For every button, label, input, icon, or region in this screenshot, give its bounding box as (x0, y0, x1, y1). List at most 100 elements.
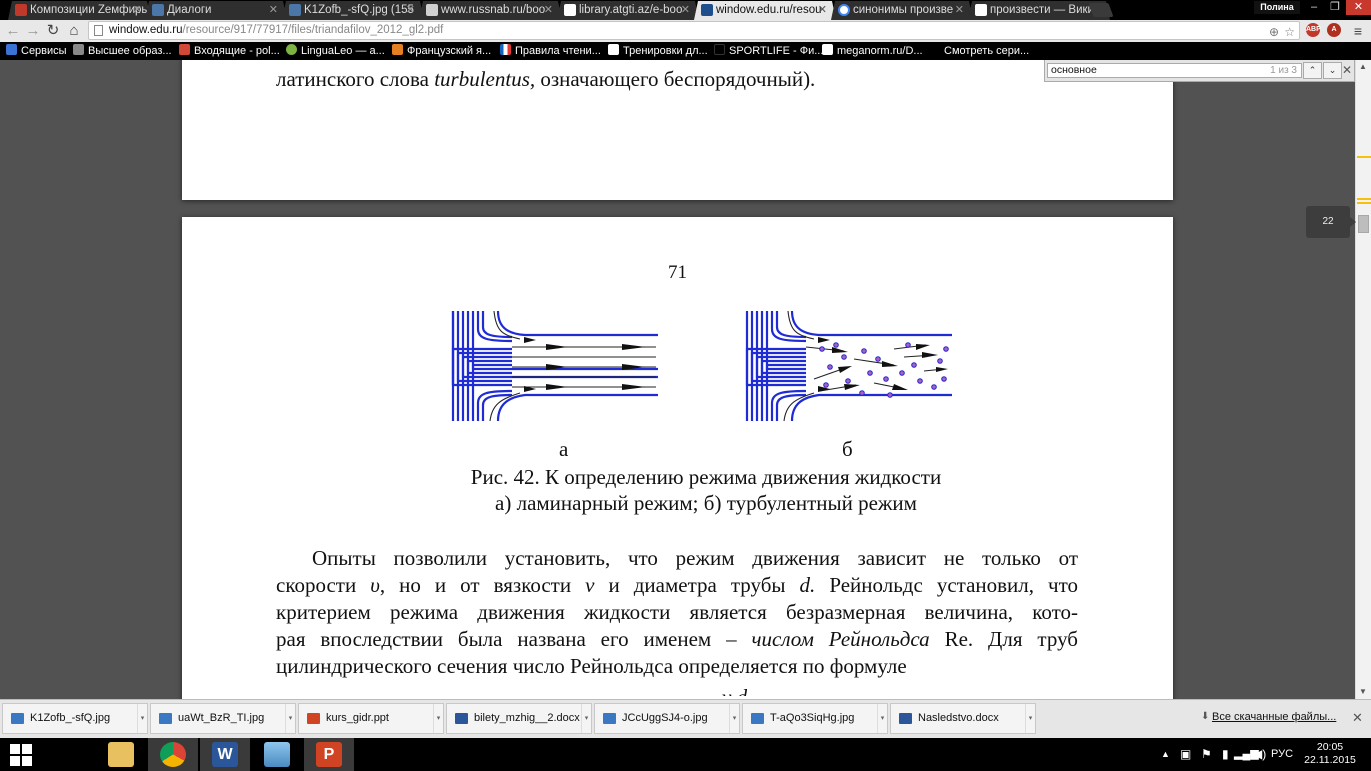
taskbar-app[interactable] (96, 738, 146, 771)
bookmark-apps[interactable]: Сервисы (6, 43, 67, 59)
close-icon[interactable]: ✕ (269, 1, 278, 19)
tab-0[interactable]: Композиции Zeмфиры ✕ (8, 1, 151, 20)
paragraph-line: скорости υ, но и от вязкости ν и диаметр… (276, 573, 1078, 597)
bookmark-item[interactable]: LinguaLeo — а... (286, 43, 385, 59)
photoshop-elements-icon (56, 742, 82, 767)
scroll-down-icon[interactable]: ▼ (1359, 687, 1367, 696)
vk-favicon (289, 4, 301, 16)
download-item[interactable]: Nasledstvo.docx ▾ (890, 703, 1036, 734)
taskbar-app[interactable]: W (200, 738, 250, 771)
bookmark-item[interactable]: Высшее образ... (73, 43, 172, 59)
taskbar-app[interactable] (44, 738, 94, 771)
chevron-down-icon[interactable]: ▾ (581, 704, 591, 733)
bookmark-item[interactable]: meganorm.ru/D... (822, 43, 923, 59)
shelf-close-icon[interactable]: ✕ (1352, 710, 1363, 726)
chrome-icon (160, 742, 186, 767)
menu-icon[interactable]: ≡ (1349, 22, 1367, 40)
chevron-down-icon[interactable]: ▾ (1025, 704, 1035, 733)
close-icon[interactable]: ✕ (955, 1, 964, 19)
paragraph-line: критерием режима движения жидкости являе… (276, 600, 1078, 624)
figure-label-a: а (559, 437, 569, 461)
bookmark-item[interactable]: Тренировки дл... (608, 43, 708, 59)
minimize-button[interactable]: – (1303, 0, 1325, 15)
download-item[interactable]: T-aQo3SiqHg.jpg ▾ (742, 703, 888, 734)
word-file-icon (899, 713, 912, 724)
back-icon[interactable]: ← (4, 22, 22, 40)
find-match-marker (1357, 202, 1371, 204)
download-item[interactable]: uaWt_BzR_TI.jpg ▾ (150, 703, 296, 734)
taskbar-app[interactable] (252, 738, 302, 771)
chevron-down-icon[interactable]: ▾ (433, 704, 443, 733)
browser-toolbar: ← → ↻ ⌂ window.edu.ru/resource/917/77917… (0, 20, 1371, 42)
zoom-icon[interactable]: ⊕ (1269, 24, 1279, 41)
adblock-extension-icon[interactable]: ABP (1306, 23, 1321, 37)
page-icon (608, 44, 619, 55)
extension-icon[interactable]: A (1327, 23, 1341, 37)
home-icon[interactable]: ⌂ (65, 22, 83, 40)
download-item[interactable]: JCcUggSJ4-o.jpg ▾ (594, 703, 740, 734)
chevron-down-icon[interactable]: ▾ (285, 704, 295, 733)
word-file-icon (455, 713, 468, 724)
find-close-icon[interactable]: ✕ (1342, 63, 1352, 77)
tab-3[interactable]: www.russnab.ru/boo ✕ (419, 1, 562, 20)
scroll-thumb[interactable] (1358, 215, 1369, 233)
scroll-up-icon[interactable]: ▲ (1359, 62, 1367, 71)
tab-1[interactable]: Диалоги ✕ (145, 1, 287, 20)
mail-icon (179, 44, 190, 55)
bookmark-item[interactable]: Французский я... (392, 43, 491, 59)
bookmark-item[interactable]: Смотреть сери... (929, 43, 1029, 59)
find-next-button[interactable]: ⌄ (1323, 62, 1342, 79)
sportlife-icon (714, 44, 725, 55)
close-icon[interactable]: ✕ (818, 1, 827, 19)
text-line: латинского слова turbulentus, означающег… (276, 67, 816, 91)
tray-expand-icon[interactable]: ▲ (1161, 749, 1170, 759)
bookmark-item[interactable]: SPORTLIFE - Фи... (714, 43, 823, 59)
tab-4[interactable]: library.atgti.az/e-boo ✕ (557, 1, 699, 20)
pdf-viewer[interactable]: латинского слова turbulentus, означающег… (0, 60, 1355, 699)
powerpoint-file-icon (307, 713, 320, 724)
close-icon[interactable]: ✕ (133, 1, 142, 19)
window-close-button[interactable]: ✕ (1346, 0, 1371, 15)
google-favicon (838, 4, 850, 16)
apps-icon (6, 44, 17, 55)
chevron-down-icon[interactable]: ▾ (729, 704, 739, 733)
start-button[interactable] (0, 738, 44, 771)
french-flag-icon (500, 44, 511, 55)
vertical-scrollbar[interactable]: ▲ ▼ (1355, 60, 1371, 699)
pdf-page: 71 а б Рис. 42. К определению режима дви… (182, 217, 1173, 699)
bookmark-item[interactable]: Входящие - pol... (179, 43, 280, 59)
close-icon[interactable]: ✕ (681, 1, 690, 19)
system-clock[interactable]: 20:05 22.11.2015 (1304, 741, 1356, 767)
language-indicator[interactable]: РУС (1271, 748, 1293, 760)
new-tab-button[interactable] (1088, 3, 1114, 17)
find-input[interactable]: основное 1 из 3 (1047, 63, 1302, 78)
forward-icon[interactable]: → (24, 22, 42, 40)
address-bar[interactable]: window.edu.ru/resource/917/77917/files/t… (88, 21, 1300, 40)
volume-icon[interactable]: ◀) (1253, 747, 1266, 761)
chevron-down-icon[interactable]: ▾ (877, 704, 887, 733)
site-icon (392, 44, 403, 55)
bookmark-item[interactable]: Правила чтени... (500, 43, 601, 59)
image-file-icon (603, 713, 616, 724)
close-icon[interactable]: ✕ (544, 1, 553, 19)
download-item[interactable]: K1Zofb_-sfQ.jpg ▾ (2, 703, 148, 734)
tab-2[interactable]: K1Zofb_-sfQ.jpg (155 ✕ (282, 1, 424, 20)
show-all-downloads-link[interactable]: Все скачанные файлы... (1212, 711, 1336, 723)
download-item[interactable]: kurs_gidr.ppt ▾ (298, 703, 444, 734)
word-icon: W (212, 742, 238, 767)
profile-button[interactable]: Полина (1254, 1, 1300, 14)
reload-icon[interactable]: ↻ (44, 22, 62, 40)
battery-icon[interactable]: ▮ (1222, 747, 1229, 761)
taskbar-app[interactable]: P (304, 738, 354, 771)
action-center-icon[interactable]: ▣ (1180, 747, 1191, 761)
close-icon[interactable]: ✕ (406, 1, 415, 19)
maximize-button[interactable]: ❐ (1324, 0, 1346, 15)
tab-active[interactable]: window.edu.ru/resou ✕ (694, 1, 836, 20)
bookmark-star-icon[interactable]: ☆ (1284, 24, 1295, 41)
download-item[interactable]: bilety_mzhig__2.docx ▾ (446, 703, 592, 734)
tab-6[interactable]: синонимы произве ✕ (831, 1, 973, 20)
find-previous-button[interactable]: ⌃ (1303, 62, 1322, 79)
flag-icon[interactable]: ⚑ (1201, 747, 1212, 761)
chevron-down-icon[interactable]: ▾ (137, 704, 147, 733)
taskbar-app[interactable] (148, 738, 198, 771)
